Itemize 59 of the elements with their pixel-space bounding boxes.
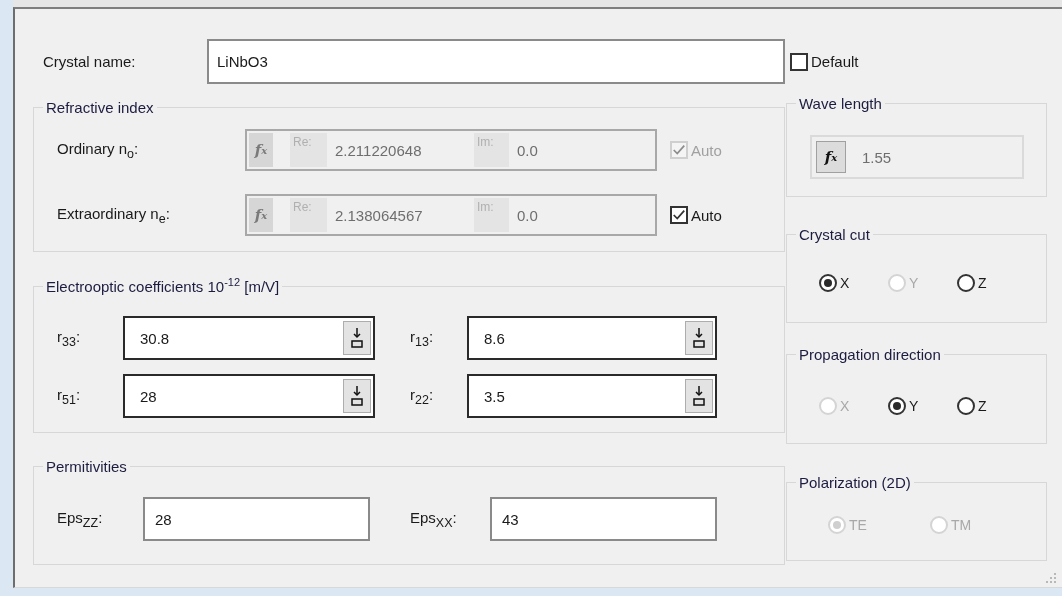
download-box-icon: [350, 385, 364, 407]
field-label: r$_{22}$:: [409, 385, 435, 407]
field-label: r$_{13}$:: [409, 327, 435, 349]
check-icon: [672, 207, 686, 223]
radio-label: Y: [909, 398, 919, 414]
field-label: Crystal name:: [42, 53, 137, 70]
number-field[interactable]: 28: [123, 374, 375, 418]
number-field[interactable]: 28: [143, 497, 370, 541]
field-value: 1.55: [861, 148, 892, 166]
group-title: Electrooptic coefficients 10$^{-12}$ [m/V]: [45, 278, 281, 295]
field-value: 8.6: [484, 329, 505, 347]
field-value: 3.5: [484, 387, 505, 405]
spin-button[interactable]: [343, 321, 371, 355]
field-value: 28: [140, 387, 157, 405]
re-value: 2.138064567: [334, 206, 424, 224]
radio-label: Y: [909, 275, 919, 291]
group-title: Permitivities: [45, 458, 128, 475]
field-label: Ordinary n$_{o}$:: [57, 139, 140, 161]
radio-button[interactable]: [957, 274, 975, 292]
group-title: Crystal cut: [798, 226, 871, 243]
checkbox-label: Auto: [691, 206, 722, 224]
spin-button[interactable]: [343, 379, 371, 413]
number-field[interactable]: 3.5: [467, 374, 717, 418]
radio-label: TM: [951, 517, 972, 533]
group-title: Propagation direction: [798, 346, 942, 363]
number-field[interactable]: 30.8: [123, 316, 375, 360]
name-field[interactable]: LiNbO3: [207, 39, 785, 84]
field-value: 30.8: [140, 329, 170, 347]
radio-label: X: [840, 398, 850, 414]
field-label: r$_{33}$:: [57, 327, 82, 349]
spin-button[interactable]: [685, 379, 713, 413]
number-field[interactable]: 8.6: [467, 316, 717, 360]
resize-grip-icon[interactable]: [1046, 573, 1056, 583]
radio-label: X: [840, 275, 850, 291]
download-box-icon: [692, 327, 706, 349]
group-title: Polarization (2D): [798, 474, 912, 491]
im-value: 0.0: [516, 206, 538, 224]
checkbox-label: Default: [811, 53, 859, 70]
group-title: Refractive index: [45, 99, 155, 116]
radio-button[interactable]: [819, 274, 837, 292]
checkbox-label: Auto: [691, 141, 722, 159]
field-label: Extraordinary n$_{e}$:: [57, 204, 171, 226]
field-label: r$_{51}$:: [57, 385, 82, 407]
group-title: Wave length: [798, 95, 883, 112]
radio-button[interactable]: [888, 397, 906, 415]
download-box-icon: [692, 385, 706, 407]
im-value: 0.0: [516, 141, 538, 159]
radio-label: TE: [849, 517, 867, 533]
spin-button[interactable]: [685, 321, 713, 355]
radio-button[interactable]: [957, 397, 975, 415]
field-label: Eps$_{XX}$:: [410, 508, 458, 530]
checkbox[interactable]: [790, 52, 808, 71]
radio-label: Z: [978, 398, 987, 414]
radio-label: Z: [978, 275, 987, 291]
field-label: Eps$_{ZZ}$:: [57, 508, 104, 530]
check-icon: [672, 142, 686, 158]
re-value: 2.211220648: [334, 141, 423, 159]
number-field[interactable]: 43: [490, 497, 717, 541]
download-box-icon: [350, 327, 364, 349]
